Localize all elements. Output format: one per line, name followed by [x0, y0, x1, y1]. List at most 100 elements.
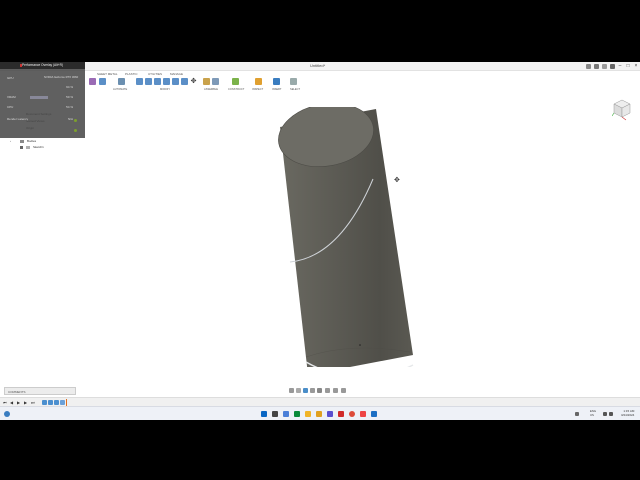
automate-icon[interactable] [118, 78, 125, 85]
shell-icon[interactable] [163, 78, 170, 85]
overlay-header: Performance Overlay (Alt+R) [0, 62, 85, 69]
timeline-feature-extrude[interactable] [48, 400, 53, 405]
timeline-feature-move[interactable] [54, 400, 59, 405]
combine-icon[interactable] [172, 78, 179, 85]
overlay-label-vram: VRAM [7, 95, 16, 99]
timeline-marker[interactable] [66, 399, 67, 406]
cylinder-body[interactable] [270, 107, 420, 367]
minimize-button[interactable]: – [616, 63, 624, 69]
group-assemble[interactable]: ASSEMBLE [204, 88, 218, 91]
comments-label: COMMENTS [8, 390, 26, 394]
title-bar: Untitled* – □ × [0, 62, 640, 71]
group-automate[interactable]: AUTOMATE [113, 88, 127, 91]
overlay-value-vram: 50 % [66, 95, 73, 99]
measure-icon[interactable] [255, 78, 262, 85]
tab-utilities[interactable]: UTILITIES [148, 72, 162, 76]
start-icon[interactable] [261, 411, 267, 417]
browser-item-sketch1[interactable]: Sketch1 [33, 145, 44, 149]
task-view-icon[interactable] [283, 411, 289, 417]
fusion-app-icon[interactable] [316, 411, 322, 417]
timeline-feature-sketch[interactable] [42, 400, 47, 405]
app-icon[interactable] [360, 411, 366, 417]
folder-icon [20, 140, 24, 143]
job-status-icon[interactable] [602, 64, 607, 69]
overlay-value-gpu: 94 % [66, 85, 73, 89]
expand-icon[interactable]: › [10, 139, 11, 143]
language-indicator[interactable]: ENG US [590, 409, 596, 417]
play-icon[interactable]: ▶ [17, 401, 20, 405]
file-explorer-icon[interactable] [305, 411, 311, 417]
go-to-end-icon[interactable]: ⏭ [31, 401, 35, 405]
tab-sheet-metal[interactable]: SHEET METAL [97, 72, 118, 76]
joint-icon[interactable] [203, 78, 210, 85]
maximize-button[interactable]: □ [624, 63, 632, 69]
sketch-icon [26, 146, 30, 149]
move-cursor-icon: ✥ [394, 177, 400, 184]
taskbar: ENG US 1:15 AM 3/24/2024 [0, 406, 640, 420]
volume-icon[interactable] [609, 412, 613, 416]
chrome-icon[interactable] [349, 411, 355, 417]
zoom-icon[interactable] [310, 388, 315, 393]
weather-icon[interactable] [4, 411, 10, 417]
viewports-icon[interactable] [341, 388, 346, 393]
navigation-bar [289, 388, 349, 395]
offset-plane-icon[interactable] [232, 78, 239, 85]
app-icon[interactable] [338, 411, 344, 417]
gpu-bar [30, 96, 48, 99]
pan-icon[interactable] [296, 388, 301, 393]
fillet-icon[interactable] [145, 78, 152, 85]
add-tab-icon[interactable] [586, 64, 591, 69]
press-pull-icon[interactable] [136, 78, 143, 85]
derive-icon[interactable] [99, 78, 106, 85]
network-icon[interactable] [603, 412, 607, 416]
view-cube-icon[interactable] [612, 98, 632, 122]
app-icon[interactable] [371, 411, 377, 417]
fit-icon[interactable] [317, 388, 322, 393]
overlay-label-cpu: CPU [7, 105, 14, 109]
fusion-window: Untitled* – □ × SHEET METAL PLASTIC UTIL… [0, 62, 640, 420]
search-icon[interactable] [272, 411, 278, 417]
nvidia-icon [20, 64, 22, 67]
go-to-start-icon[interactable]: ⏮ [3, 401, 7, 405]
create-form-icon[interactable] [89, 78, 96, 85]
tab-plastic[interactable]: PLASTIC [125, 72, 138, 76]
clock-date: 3/24/2024 [621, 413, 635, 417]
overlay-gpu-name: NVIDIA GeForce RTX 3060 [44, 75, 79, 79]
grid-settings-icon[interactable] [333, 388, 338, 393]
insert-image-icon[interactable] [273, 78, 280, 85]
step-back-icon[interactable]: ◀ [10, 401, 13, 405]
group-inspect[interactable]: INSPECT [252, 88, 263, 91]
visibility-icon[interactable] [20, 146, 23, 149]
performance-overlay: Performance Overlay (Alt+R) GPU NVIDIA G… [0, 62, 85, 138]
notifications-icon[interactable] [610, 64, 615, 69]
extensions-icon[interactable] [594, 64, 599, 69]
group-select[interactable]: SELECT [290, 88, 300, 91]
tray-chevron-icon[interactable] [575, 412, 579, 416]
move-icon[interactable]: ✥ [190, 78, 197, 85]
region-code: US [590, 412, 594, 417]
nvidia-app-icon[interactable] [294, 411, 300, 417]
display-settings-icon[interactable] [325, 388, 330, 393]
group-construct[interactable]: CONSTRUCT [228, 88, 244, 91]
status-dot [74, 129, 77, 132]
browser-item-bodies[interactable]: Bodies [27, 139, 36, 143]
timeline: ⏮ ◀ ▶ ▶ ⏭ [0, 397, 640, 406]
ribbon: ✥ AUTOMATE MODIFY ASSEMBLE CONSTRUCT INS… [0, 78, 640, 92]
comments-panel[interactable]: COMMENTS [4, 387, 76, 395]
app-icon[interactable] [327, 411, 333, 417]
group-insert[interactable]: INSERT [272, 88, 281, 91]
select-icon[interactable] [290, 78, 297, 85]
as-built-joint-icon[interactable] [212, 78, 219, 85]
tab-manage[interactable]: MANAGE [170, 72, 183, 76]
close-button[interactable]: × [632, 63, 640, 69]
orbit-icon[interactable] [289, 388, 294, 393]
clock[interactable]: 1:15 AM 3/24/2024 [621, 409, 634, 417]
look-at-icon[interactable] [303, 388, 308, 393]
chamfer-icon[interactable] [154, 78, 161, 85]
group-modify[interactable]: MODIFY [160, 88, 170, 91]
overlay-title: Performance Overlay (Alt+R) [22, 63, 64, 67]
status-dot [74, 119, 77, 122]
step-forward-icon[interactable]: ▶ [24, 401, 27, 405]
timeline-feature-fillet[interactable] [60, 400, 65, 405]
scale-icon[interactable] [181, 78, 188, 85]
